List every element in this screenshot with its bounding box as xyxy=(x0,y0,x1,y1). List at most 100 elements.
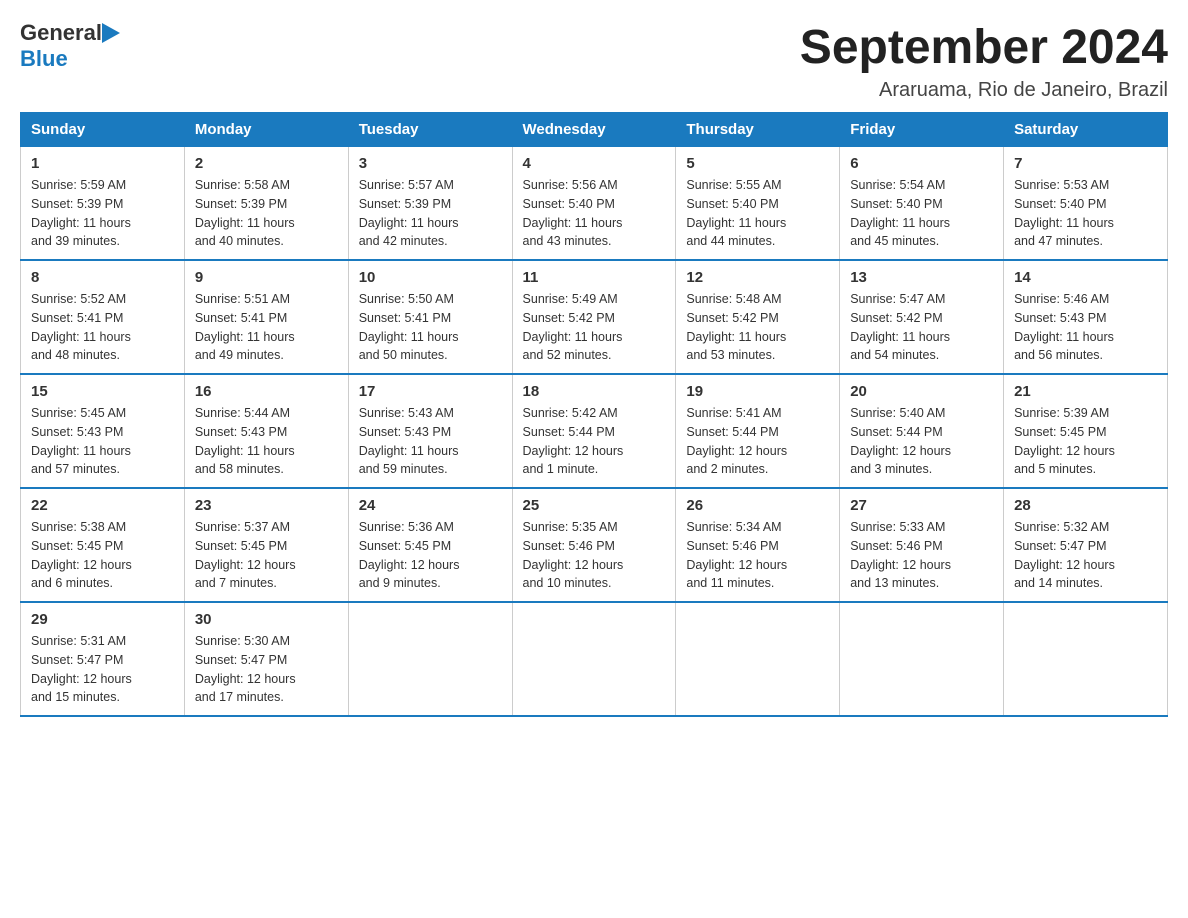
day-number: 22 xyxy=(31,497,174,514)
table-row: 21 Sunrise: 5:39 AMSunset: 5:45 PMDaylig… xyxy=(1004,374,1168,488)
day-number: 17 xyxy=(359,383,502,400)
table-row: 28 Sunrise: 5:32 AMSunset: 5:47 PMDaylig… xyxy=(1004,488,1168,602)
day-number: 8 xyxy=(31,269,174,286)
day-info: Sunrise: 5:47 AMSunset: 5:42 PMDaylight:… xyxy=(850,290,993,365)
table-row: 12 Sunrise: 5:48 AMSunset: 5:42 PMDaylig… xyxy=(676,260,840,374)
day-number: 29 xyxy=(31,611,174,628)
month-title: September 2024 xyxy=(800,20,1168,75)
page-header: General Blue September 2024 Araruama, Ri… xyxy=(20,20,1168,102)
col-tuesday: Tuesday xyxy=(348,113,512,147)
day-number: 9 xyxy=(195,269,338,286)
day-info: Sunrise: 5:57 AMSunset: 5:39 PMDaylight:… xyxy=(359,176,502,251)
day-info: Sunrise: 5:48 AMSunset: 5:42 PMDaylight:… xyxy=(686,290,829,365)
day-info: Sunrise: 5:40 AMSunset: 5:44 PMDaylight:… xyxy=(850,404,993,479)
day-number: 28 xyxy=(1014,497,1157,514)
table-row: 9 Sunrise: 5:51 AMSunset: 5:41 PMDayligh… xyxy=(184,260,348,374)
table-row: 2 Sunrise: 5:58 AMSunset: 5:39 PMDayligh… xyxy=(184,147,348,261)
day-info: Sunrise: 5:32 AMSunset: 5:47 PMDaylight:… xyxy=(1014,518,1157,593)
table-row: 14 Sunrise: 5:46 AMSunset: 5:43 PMDaylig… xyxy=(1004,260,1168,374)
day-number: 1 xyxy=(31,155,174,172)
day-number: 21 xyxy=(1014,383,1157,400)
table-row: 18 Sunrise: 5:42 AMSunset: 5:44 PMDaylig… xyxy=(512,374,676,488)
table-row: 26 Sunrise: 5:34 AMSunset: 5:46 PMDaylig… xyxy=(676,488,840,602)
table-row xyxy=(348,602,512,716)
day-number: 16 xyxy=(195,383,338,400)
day-info: Sunrise: 5:38 AMSunset: 5:45 PMDaylight:… xyxy=(31,518,174,593)
table-row xyxy=(1004,602,1168,716)
day-info: Sunrise: 5:37 AMSunset: 5:45 PMDaylight:… xyxy=(195,518,338,593)
table-row: 11 Sunrise: 5:49 AMSunset: 5:42 PMDaylig… xyxy=(512,260,676,374)
day-number: 7 xyxy=(1014,155,1157,172)
table-row: 4 Sunrise: 5:56 AMSunset: 5:40 PMDayligh… xyxy=(512,147,676,261)
table-row: 5 Sunrise: 5:55 AMSunset: 5:40 PMDayligh… xyxy=(676,147,840,261)
table-row: 25 Sunrise: 5:35 AMSunset: 5:46 PMDaylig… xyxy=(512,488,676,602)
day-info: Sunrise: 5:54 AMSunset: 5:40 PMDaylight:… xyxy=(850,176,993,251)
title-area: September 2024 Araruama, Rio de Janeiro,… xyxy=(800,20,1168,102)
day-info: Sunrise: 5:56 AMSunset: 5:40 PMDaylight:… xyxy=(523,176,666,251)
day-info: Sunrise: 5:52 AMSunset: 5:41 PMDaylight:… xyxy=(31,290,174,365)
day-number: 24 xyxy=(359,497,502,514)
day-number: 18 xyxy=(523,383,666,400)
table-row xyxy=(512,602,676,716)
day-info: Sunrise: 5:53 AMSunset: 5:40 PMDaylight:… xyxy=(1014,176,1157,251)
day-number: 15 xyxy=(31,383,174,400)
table-row: 27 Sunrise: 5:33 AMSunset: 5:46 PMDaylig… xyxy=(840,488,1004,602)
day-number: 2 xyxy=(195,155,338,172)
day-info: Sunrise: 5:41 AMSunset: 5:44 PMDaylight:… xyxy=(686,404,829,479)
table-row: 20 Sunrise: 5:40 AMSunset: 5:44 PMDaylig… xyxy=(840,374,1004,488)
col-saturday: Saturday xyxy=(1004,113,1168,147)
day-info: Sunrise: 5:42 AMSunset: 5:44 PMDaylight:… xyxy=(523,404,666,479)
day-info: Sunrise: 5:30 AMSunset: 5:47 PMDaylight:… xyxy=(195,632,338,707)
day-info: Sunrise: 5:59 AMSunset: 5:39 PMDaylight:… xyxy=(31,176,174,251)
col-friday: Friday xyxy=(840,113,1004,147)
day-info: Sunrise: 5:45 AMSunset: 5:43 PMDaylight:… xyxy=(31,404,174,479)
calendar-table: Sunday Monday Tuesday Wednesday Thursday… xyxy=(20,112,1168,717)
table-row: 24 Sunrise: 5:36 AMSunset: 5:45 PMDaylig… xyxy=(348,488,512,602)
day-number: 25 xyxy=(523,497,666,514)
calendar-header-row: Sunday Monday Tuesday Wednesday Thursday… xyxy=(21,113,1168,147)
col-sunday: Sunday xyxy=(21,113,185,147)
day-number: 4 xyxy=(523,155,666,172)
calendar-week-row-2: 8 Sunrise: 5:52 AMSunset: 5:41 PMDayligh… xyxy=(21,260,1168,374)
table-row: 16 Sunrise: 5:44 AMSunset: 5:43 PMDaylig… xyxy=(184,374,348,488)
day-number: 19 xyxy=(686,383,829,400)
col-monday: Monday xyxy=(184,113,348,147)
table-row: 15 Sunrise: 5:45 AMSunset: 5:43 PMDaylig… xyxy=(21,374,185,488)
table-row: 17 Sunrise: 5:43 AMSunset: 5:43 PMDaylig… xyxy=(348,374,512,488)
day-number: 30 xyxy=(195,611,338,628)
day-info: Sunrise: 5:44 AMSunset: 5:43 PMDaylight:… xyxy=(195,404,338,479)
table-row: 8 Sunrise: 5:52 AMSunset: 5:41 PMDayligh… xyxy=(21,260,185,374)
col-wednesday: Wednesday xyxy=(512,113,676,147)
calendar-week-row-1: 1 Sunrise: 5:59 AMSunset: 5:39 PMDayligh… xyxy=(21,147,1168,261)
day-info: Sunrise: 5:43 AMSunset: 5:43 PMDaylight:… xyxy=(359,404,502,479)
table-row: 1 Sunrise: 5:59 AMSunset: 5:39 PMDayligh… xyxy=(21,147,185,261)
day-number: 5 xyxy=(686,155,829,172)
logo: General Blue xyxy=(20,20,120,72)
day-info: Sunrise: 5:34 AMSunset: 5:46 PMDaylight:… xyxy=(686,518,829,593)
day-info: Sunrise: 5:55 AMSunset: 5:40 PMDaylight:… xyxy=(686,176,829,251)
location: Araruama, Rio de Janeiro, Brazil xyxy=(800,79,1168,102)
table-row: 6 Sunrise: 5:54 AMSunset: 5:40 PMDayligh… xyxy=(840,147,1004,261)
day-number: 3 xyxy=(359,155,502,172)
day-number: 11 xyxy=(523,269,666,286)
col-thursday: Thursday xyxy=(676,113,840,147)
day-info: Sunrise: 5:35 AMSunset: 5:46 PMDaylight:… xyxy=(523,518,666,593)
table-row: 29 Sunrise: 5:31 AMSunset: 5:47 PMDaylig… xyxy=(21,602,185,716)
day-number: 10 xyxy=(359,269,502,286)
table-row: 30 Sunrise: 5:30 AMSunset: 5:47 PMDaylig… xyxy=(184,602,348,716)
day-number: 27 xyxy=(850,497,993,514)
calendar-week-row-3: 15 Sunrise: 5:45 AMSunset: 5:43 PMDaylig… xyxy=(21,374,1168,488)
table-row: 22 Sunrise: 5:38 AMSunset: 5:45 PMDaylig… xyxy=(21,488,185,602)
calendar-week-row-4: 22 Sunrise: 5:38 AMSunset: 5:45 PMDaylig… xyxy=(21,488,1168,602)
day-info: Sunrise: 5:58 AMSunset: 5:39 PMDaylight:… xyxy=(195,176,338,251)
day-info: Sunrise: 5:39 AMSunset: 5:45 PMDaylight:… xyxy=(1014,404,1157,479)
day-number: 13 xyxy=(850,269,993,286)
day-info: Sunrise: 5:46 AMSunset: 5:43 PMDaylight:… xyxy=(1014,290,1157,365)
day-number: 6 xyxy=(850,155,993,172)
day-info: Sunrise: 5:49 AMSunset: 5:42 PMDaylight:… xyxy=(523,290,666,365)
day-info: Sunrise: 5:33 AMSunset: 5:46 PMDaylight:… xyxy=(850,518,993,593)
logo-blue-text: Blue xyxy=(20,46,68,71)
day-info: Sunrise: 5:31 AMSunset: 5:47 PMDaylight:… xyxy=(31,632,174,707)
table-row: 7 Sunrise: 5:53 AMSunset: 5:40 PMDayligh… xyxy=(1004,147,1168,261)
day-info: Sunrise: 5:36 AMSunset: 5:45 PMDaylight:… xyxy=(359,518,502,593)
